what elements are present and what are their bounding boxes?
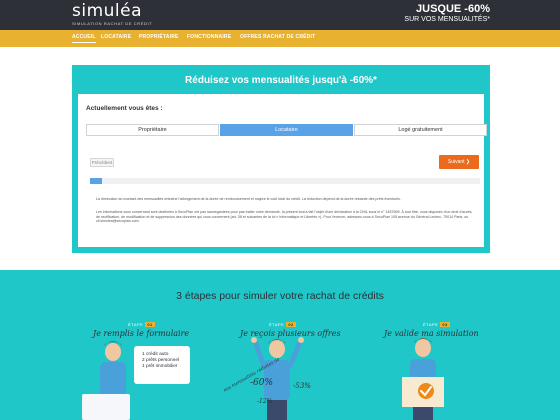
bubble-line-3: 1 prêt immobilier	[142, 364, 178, 369]
simulator-form: Actuellement vous êtes : Propriétaire Lo…	[78, 94, 487, 247]
step-3-text: Je valide ma simulation	[384, 329, 479, 338]
main-nav: ACCUEIL LOCATAIRE PROPRIÉTAIRE FONCTIONN…	[0, 30, 560, 47]
option-locataire[interactable]: Locataire	[220, 124, 353, 136]
nav-item-proprietaire[interactable]: PROPRIÉTAIRE	[139, 34, 179, 40]
simulator-question: Actuellement vous êtes :	[86, 105, 163, 112]
nav-item-offres[interactable]: OFFRES RACHAT DE CRÉDIT	[240, 34, 315, 40]
step-1-badge: ÉTAPE 01	[128, 322, 155, 327]
logo-wordmark: simuléa	[72, 1, 143, 21]
step-2-badge: ÉTAPE 02	[269, 322, 296, 327]
step-1-text: Je remplis le formulaire	[93, 329, 190, 338]
reduction-60: -60%	[250, 378, 274, 388]
progress-fill	[90, 178, 102, 184]
reduction-12: -12%	[257, 398, 273, 405]
reduction-53: -53%	[293, 382, 311, 390]
nav-item-accueil[interactable]: ACCUEIL	[72, 34, 96, 43]
promo-subline: SUR VOS MENSUALITÉS*	[404, 16, 490, 23]
legal-notice-privacy: Les informations vous concernant sont de…	[96, 210, 473, 223]
simulator-title: Réduisez vos mensualités jusqu'à -60%*	[185, 75, 377, 86]
site-logo[interactable]: simuléa SIMULATION RACHAT DE CRÉDIT	[72, 1, 153, 27]
simulator-block: Réduisez vos mensualités jusqu'à -60%* A…	[72, 65, 490, 253]
promo-banner: JUSQUE -60% SUR VOS MENSUALITÉS*	[404, 4, 490, 24]
step-3-badge: ÉTAPE 03	[423, 322, 450, 327]
step-2-text: Je reçois plusieurs offres	[240, 329, 341, 338]
option-proprietaire[interactable]: Propriétaire	[86, 124, 219, 136]
steps-section: 3 étapes pour simuler votre rachat de cr…	[0, 270, 560, 420]
legal-notice-credit: La diminution du montant des mensualités…	[96, 197, 401, 201]
nav-item-locataire[interactable]: LOCATAIRE	[101, 34, 131, 40]
logo-tagline: SIMULATION RACHAT DE CRÉDIT	[72, 21, 153, 26]
progress-bar	[90, 178, 480, 184]
steps-title: 3 étapes pour simuler votre rachat de cr…	[176, 290, 384, 302]
credits-speech-bubble: 1 crédit auto 2 prêts personnel 1 prêt i…	[134, 346, 190, 384]
previous-button[interactable]: Précédent	[90, 158, 114, 167]
nav-item-fonctionnaire[interactable]: FONCTIONNAIRE	[187, 34, 231, 40]
promo-headline: JUSQUE -60%	[416, 3, 490, 15]
option-loge-gratuitement[interactable]: Logé gratuitement	[354, 124, 487, 136]
site-header: simuléa SIMULATION RACHAT DE CRÉDIT JUSQ…	[0, 0, 560, 30]
next-button[interactable]: Suivant ❯	[439, 155, 479, 169]
